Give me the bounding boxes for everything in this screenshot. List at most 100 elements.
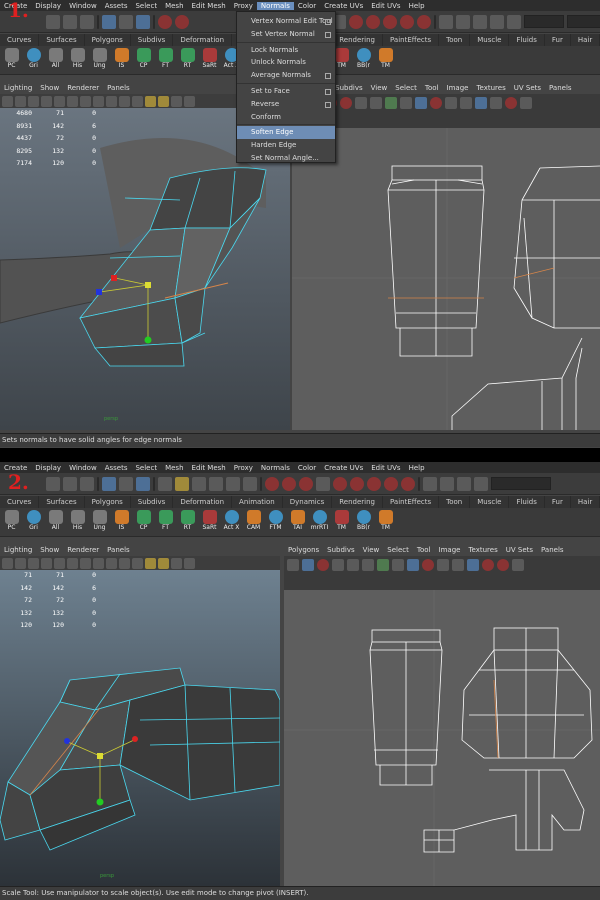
- panel-menu-polygons[interactable]: Polygons: [284, 546, 323, 554]
- panel-layout-icon[interactable]: [440, 476, 454, 491]
- panel-menu-tool[interactable]: Tool: [413, 546, 435, 554]
- shelf-button-ftm[interactable]: FTM: [266, 508, 285, 536]
- render-current-icon[interactable]: [366, 14, 380, 29]
- help-icon[interactable]: [243, 476, 257, 491]
- isolate-icon[interactable]: [184, 95, 195, 107]
- uv-tool-icon[interactable]: [392, 559, 404, 571]
- shadows-icon[interactable]: [158, 95, 169, 107]
- scale-icon[interactable]: [226, 476, 240, 491]
- uv-tool-icon[interactable]: [460, 97, 472, 109]
- shelf-tab-surfaces[interactable]: Surfaces: [39, 34, 85, 46]
- menu-assets[interactable]: Assets: [101, 2, 132, 10]
- shelf-tab-toon[interactable]: Toon: [439, 34, 471, 46]
- menu-edit-mesh[interactable]: Edit Mesh: [188, 2, 230, 10]
- shelf-button-ft[interactable]: FT: [156, 508, 175, 536]
- shelf-tab-fluids[interactable]: Fluids: [509, 496, 545, 508]
- shelf-tab-fur[interactable]: Fur: [545, 496, 571, 508]
- shelf-button-gri[interactable]: Gri: [24, 46, 43, 74]
- uv-tool-icon[interactable]: [505, 97, 517, 109]
- shelf-tab-rendering[interactable]: Rendering: [332, 496, 383, 508]
- snap-curve-icon[interactable]: [175, 14, 189, 29]
- shelf-button-pc[interactable]: PC: [2, 46, 21, 74]
- panel-menu-lighting[interactable]: Lighting: [0, 546, 36, 554]
- shelf-tab-fur[interactable]: Fur: [545, 34, 571, 46]
- shelf-tab-deformation[interactable]: Deformation: [173, 496, 233, 508]
- menu-item-set-vertex-normal[interactable]: Set Vertex Normal: [237, 28, 335, 41]
- menu-display[interactable]: Display: [31, 464, 65, 472]
- paint-select-icon[interactable]: [175, 476, 189, 491]
- perspective-viewport[interactable]: 71 71 0 142 142 6 72 72 0 132 132 0 120 120 0 persp: [0, 570, 280, 886]
- menu-select[interactable]: Select: [131, 464, 161, 472]
- textured-icon[interactable]: [132, 557, 143, 569]
- select-object-icon[interactable]: [119, 14, 133, 29]
- menu-proxy[interactable]: Proxy: [230, 464, 257, 472]
- menu-create-uvs[interactable]: Create UVs: [320, 464, 367, 472]
- uv-tool-icon[interactable]: [385, 97, 397, 109]
- shelf-tab-dynamics[interactable]: Dynamics: [283, 496, 333, 508]
- shelf-button-bb-r[interactable]: BB(r: [354, 508, 373, 536]
- shelf-button-is[interactable]: IS: [112, 508, 131, 536]
- menu-edit-uvs[interactable]: Edit UVs: [367, 2, 404, 10]
- snap-curve-icon[interactable]: [282, 476, 296, 491]
- menu-assets[interactable]: Assets: [101, 464, 132, 472]
- shelf-button-ung[interactable]: Ung: [90, 508, 109, 536]
- panel-menu-image[interactable]: Image: [435, 546, 465, 554]
- uv-tool-icon[interactable]: [430, 97, 442, 109]
- resolution-gate-icon[interactable]: [80, 95, 91, 107]
- menu-window[interactable]: Window: [65, 2, 101, 10]
- shelf-button-tm[interactable]: TM: [332, 508, 351, 536]
- panel-layout-icon[interactable]: [439, 14, 453, 29]
- hypershade-icon[interactable]: [417, 14, 431, 29]
- shelf-button-his[interactable]: His: [68, 46, 87, 74]
- shelf-button-his[interactable]: His: [68, 508, 87, 536]
- shelf-tab-fluids[interactable]: Fluids: [509, 34, 545, 46]
- wireframe-icon[interactable]: [93, 557, 104, 569]
- shelf-button-pc[interactable]: PC: [2, 508, 21, 536]
- menu-item-set-normal-angle[interactable]: Set Normal Angle...: [237, 152, 335, 165]
- uv-tool-icon[interactable]: [400, 97, 412, 109]
- shelf-button-act-x[interactable]: Act X: [222, 508, 241, 536]
- panel-menu-panels[interactable]: Panels: [103, 84, 134, 92]
- save-scene-icon[interactable]: [80, 14, 94, 29]
- snap-grid-icon[interactable]: [265, 476, 279, 491]
- panel-menu-show[interactable]: Show: [36, 546, 63, 554]
- select-hierarchy-icon[interactable]: [102, 476, 116, 491]
- select-component-icon[interactable]: [136, 476, 150, 491]
- shelf-tab-painteffects[interactable]: PaintEffects: [383, 34, 440, 46]
- menu-normals[interactable]: Normals: [257, 464, 294, 472]
- history-icon[interactable]: [316, 476, 330, 491]
- shelf-tab-toon[interactable]: Toon: [439, 496, 471, 508]
- panel-menu-textures[interactable]: Textures: [472, 84, 509, 92]
- panel-menu-view[interactable]: View: [359, 546, 384, 554]
- uv-tool-icon[interactable]: [377, 559, 389, 571]
- render-view-icon[interactable]: [333, 476, 347, 491]
- uv-tool-icon[interactable]: [332, 559, 344, 571]
- menu-edit-uvs[interactable]: Edit UVs: [367, 464, 404, 472]
- menu-create-uvs[interactable]: Create UVs: [320, 2, 367, 10]
- panel-menu-view[interactable]: View: [367, 84, 392, 92]
- menu-help[interactable]: Help: [405, 2, 429, 10]
- shelf-button-rt[interactable]: RT: [178, 46, 197, 74]
- isolate-icon[interactable]: [184, 557, 195, 569]
- resolution-gate-icon[interactable]: [80, 557, 91, 569]
- shelf-tab-hair[interactable]: Hair: [571, 34, 600, 46]
- shelf-button-tm[interactable]: TM: [376, 508, 395, 536]
- save-scene-icon[interactable]: [80, 476, 94, 491]
- panel-menu-panels[interactable]: Panels: [537, 546, 568, 554]
- uv-tool-icon[interactable]: [422, 559, 434, 571]
- shelf-button-ung[interactable]: Ung: [90, 46, 109, 74]
- menu-window[interactable]: Window: [65, 464, 101, 472]
- select-component-icon[interactable]: [136, 14, 150, 29]
- shelf-button-sart[interactable]: SaRt: [200, 46, 219, 74]
- shelf-button-ft[interactable]: FT: [156, 46, 175, 74]
- select-hierarchy-icon[interactable]: [102, 14, 116, 29]
- uv-tool-icon[interactable]: [407, 559, 419, 571]
- open-scene-icon[interactable]: [63, 476, 77, 491]
- grid-icon[interactable]: [54, 557, 65, 569]
- panel-menu-subdivs[interactable]: Subdivs: [331, 84, 367, 92]
- shelf-button-cam[interactable]: CAM: [244, 508, 263, 536]
- panel-menu-renderer[interactable]: Renderer: [63, 84, 103, 92]
- shelf-button-is[interactable]: IS: [112, 46, 131, 74]
- image-plane-icon[interactable]: [41, 557, 52, 569]
- shadows-icon[interactable]: [158, 557, 169, 569]
